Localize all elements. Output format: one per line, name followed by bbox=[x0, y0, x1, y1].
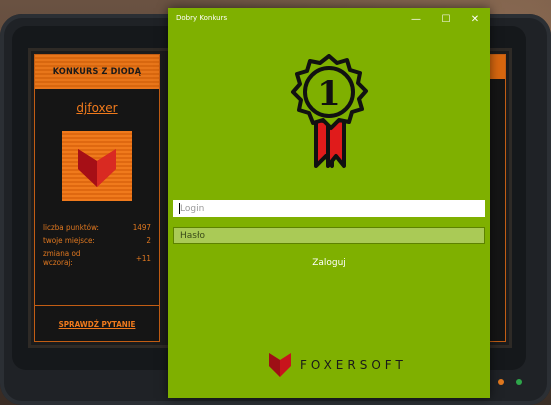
stat-value: 1497 bbox=[132, 223, 151, 232]
title-bar[interactable]: Dobry Konkurs — ☐ ✕ bbox=[168, 8, 490, 30]
check-question-link[interactable]: SPRAWDŹ PYTANIE bbox=[35, 320, 159, 329]
stat-value: 2 bbox=[146, 236, 151, 245]
brand-footer: FOXERSOFT bbox=[269, 351, 409, 377]
panel-right-header bbox=[488, 55, 505, 79]
brand-name: FOXERSOFT bbox=[300, 358, 407, 372]
login-window: Dobry Konkurs — ☐ ✕ 1 Zaloguj FOXERSOFT bbox=[168, 8, 490, 398]
stat-label: liczba punktów: bbox=[43, 223, 99, 232]
login-button[interactable]: Zaloguj bbox=[299, 256, 359, 270]
maximize-button[interactable]: ☐ bbox=[431, 8, 461, 30]
status-led-green bbox=[516, 379, 522, 385]
password-input[interactable] bbox=[173, 227, 485, 244]
divider bbox=[35, 305, 159, 306]
login-input[interactable] bbox=[173, 200, 485, 217]
stat-label: twoje miejsce: bbox=[43, 236, 95, 245]
fox-logo-icon bbox=[78, 149, 116, 187]
close-button[interactable]: ✕ bbox=[460, 8, 490, 30]
stat-value: +11 bbox=[135, 254, 151, 263]
stat-label: zmiana od wczoraj: bbox=[43, 249, 81, 267]
fox-logo-icon bbox=[269, 353, 291, 377]
contest-panel: KONKURS Z DIODĄ djfoxer liczba punktów: … bbox=[34, 54, 160, 342]
contest-panel-right bbox=[488, 54, 506, 342]
status-led-orange bbox=[498, 379, 504, 385]
window-title: Dobry Konkurs bbox=[176, 14, 228, 22]
username-link[interactable]: djfoxer bbox=[35, 101, 159, 115]
badge-number: 1 bbox=[317, 74, 341, 114]
text-cursor bbox=[179, 203, 180, 214]
minimize-button[interactable]: — bbox=[401, 8, 431, 30]
avatar bbox=[62, 131, 132, 201]
first-place-ribbon-icon: 1 bbox=[291, 54, 368, 168]
panel-header: KONKURS Z DIODĄ bbox=[35, 55, 159, 89]
award-badge: 1 bbox=[288, 54, 370, 178]
